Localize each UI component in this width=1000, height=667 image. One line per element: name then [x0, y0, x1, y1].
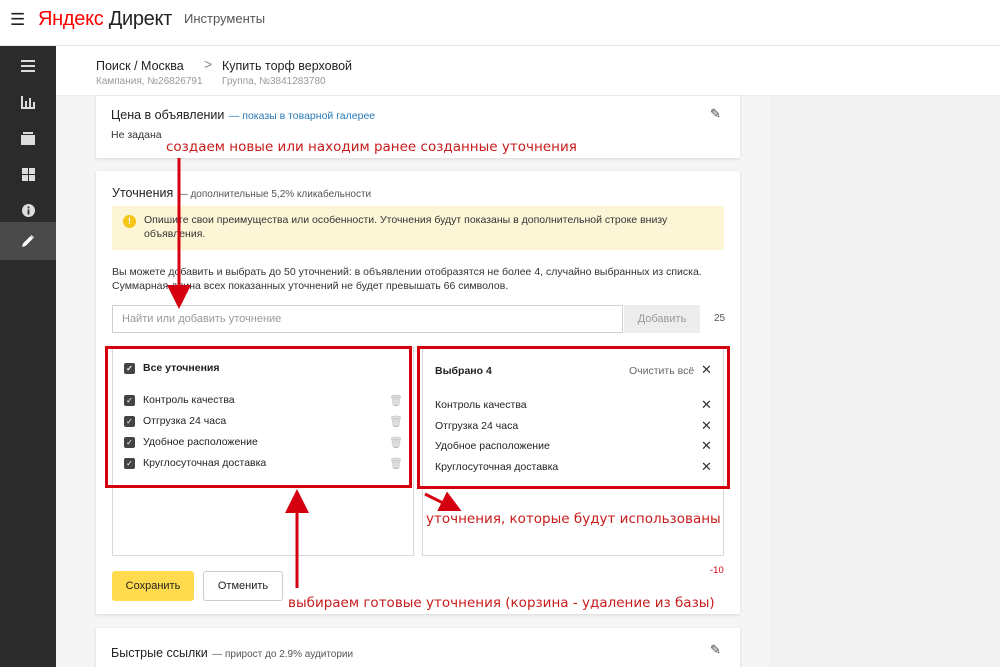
annotation-top: создаем новые или находим ранее созданны…	[164, 139, 579, 155]
annotation-bottom: выбираем готовые уточнения (корзина - уд…	[286, 595, 717, 611]
annotation-arrows	[167, 158, 464, 588]
arrow-right	[424, 491, 464, 514]
annotation-right: уточнения, которые будут использованы	[424, 511, 723, 527]
